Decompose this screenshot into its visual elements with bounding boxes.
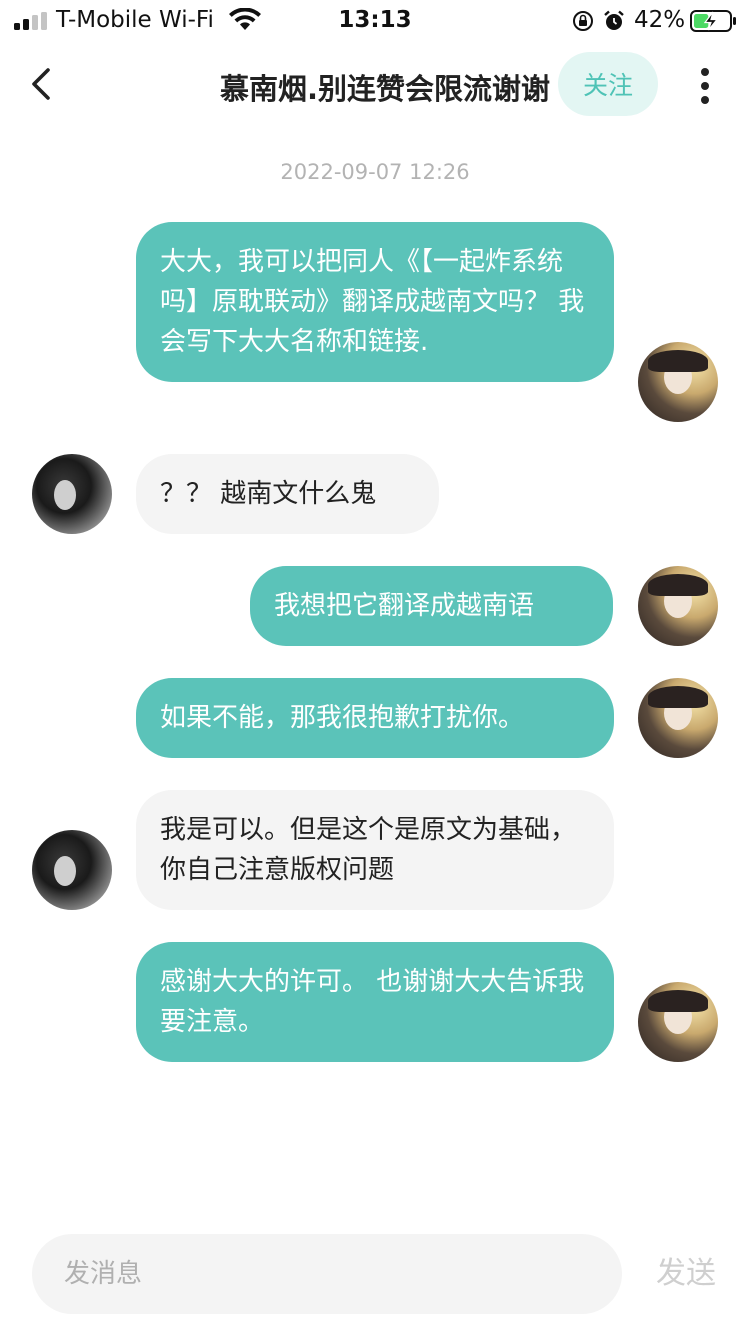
status-bar: T-Mobile Wi-Fi 13:13 42% — [0, 0, 750, 40]
battery-percent: 42% — [634, 7, 686, 33]
orientation-lock-icon — [573, 11, 593, 31]
message-bubble-sent[interactable]: 感谢大大的许可。 也谢谢大大告诉我要注意。 — [136, 942, 614, 1062]
follow-button[interactable]: 关注 — [558, 52, 658, 116]
input-bar: 发送 — [0, 1214, 750, 1334]
contact-avatar[interactable] — [32, 830, 112, 910]
message-timestamp: 2022-09-07 12:26 — [280, 160, 470, 184]
message-bubble-sent[interactable]: 我想把它翻译成越南语 — [250, 566, 613, 646]
message-bubble-received[interactable]: ？？ 越南文什么鬼 — [136, 454, 439, 534]
message-bubble-sent[interactable]: 如果不能，那我很抱歉打扰你。 — [136, 678, 614, 758]
my-avatar[interactable] — [638, 342, 718, 422]
my-avatar[interactable] — [638, 566, 718, 646]
contact-avatar[interactable] — [32, 454, 112, 534]
chat-title: 慕南烟.别连赞会限流谢谢 — [219, 72, 550, 106]
message-bubble-sent[interactable]: 大大，我可以把同人《【一起炸系统吗】原耽联动》翻译成越南文吗？ 我会写下大大名称… — [136, 222, 614, 382]
back-arrow-icon[interactable] — [24, 66, 60, 102]
my-avatar[interactable] — [638, 678, 718, 758]
send-button[interactable]: 发送 — [656, 1248, 716, 1292]
alarm-icon — [604, 10, 624, 30]
my-avatar[interactable] — [638, 982, 718, 1062]
message-input[interactable] — [32, 1234, 622, 1314]
more-vertical-icon[interactable] — [690, 64, 720, 108]
battery-charging-icon — [690, 10, 736, 32]
nav-bar: 慕南烟.别连赞会限流谢谢 关注 — [0, 40, 750, 130]
message-bubble-received[interactable]: 我是可以。但是这个是原文为基础，你自己注意版权问题 — [136, 790, 614, 910]
